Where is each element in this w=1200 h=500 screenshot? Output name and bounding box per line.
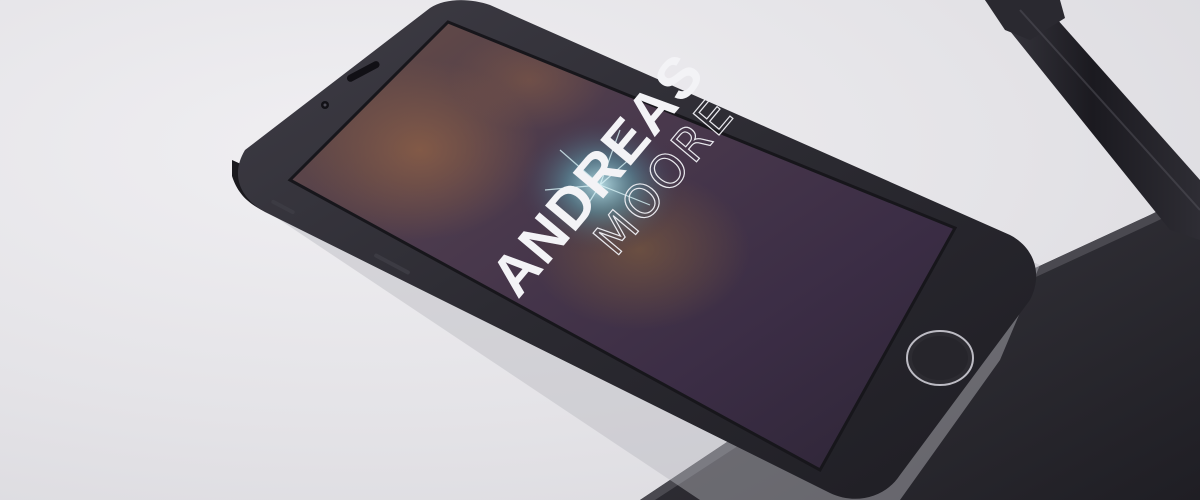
photo-scene: ANDREAS MOORE xyxy=(0,0,1200,500)
screen-title: ANDREAS MOORE xyxy=(478,42,746,309)
